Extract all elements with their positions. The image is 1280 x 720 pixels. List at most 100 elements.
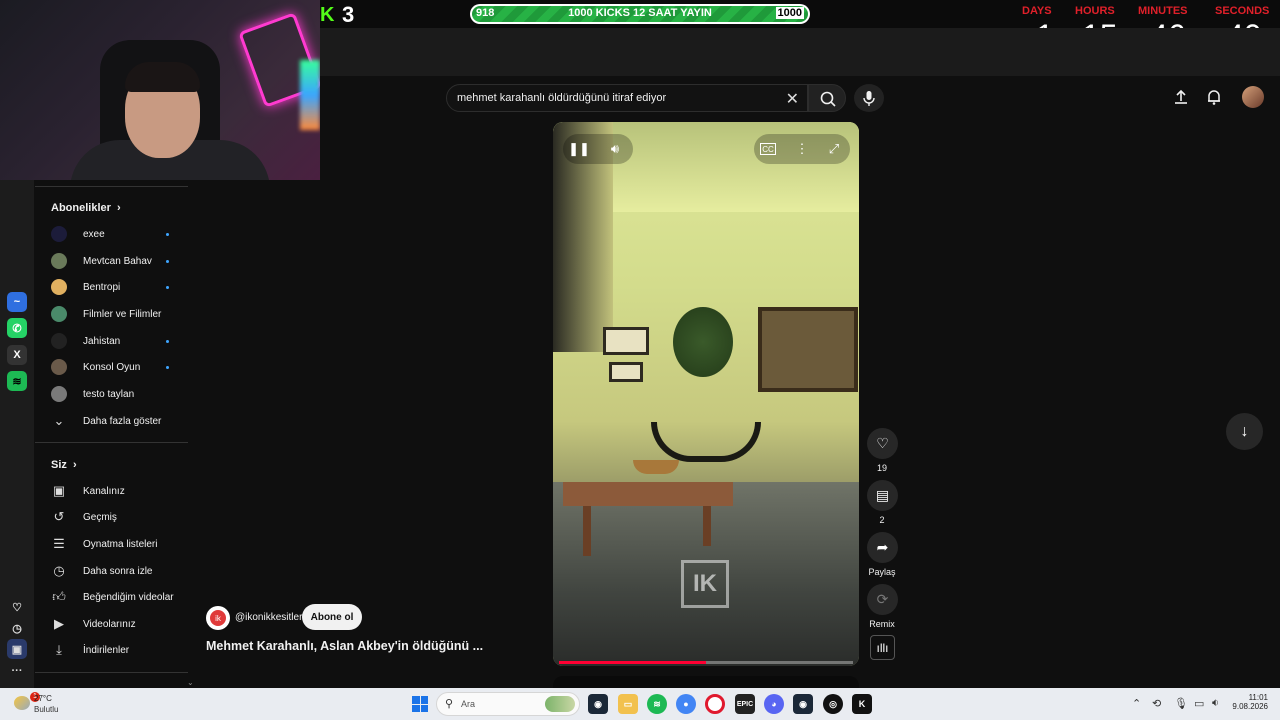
search-input[interactable]: mehmet karahanlı öldürdüğünü itiraf ediy… bbox=[446, 84, 808, 112]
remix-button[interactable]: ⟳ bbox=[867, 584, 898, 615]
search-highlight-image bbox=[545, 696, 575, 712]
sidebar-item-label: Oynatma listeleri bbox=[83, 538, 158, 550]
search-button[interactable] bbox=[808, 84, 846, 112]
captions-icon[interactable]: CC bbox=[760, 143, 776, 155]
clock-icon: ◷ bbox=[53, 563, 65, 578]
opera-icon[interactable] bbox=[705, 694, 725, 714]
channel-avatar bbox=[51, 226, 67, 242]
download-icon: ⤓ bbox=[56, 642, 62, 657]
pause-icon[interactable]: ❚❚ bbox=[568, 139, 590, 159]
you-title: Siz bbox=[51, 459, 67, 471]
start-button[interactable] bbox=[412, 696, 428, 712]
sound-wave-icon[interactable]: ıllı bbox=[870, 635, 895, 660]
you-header[interactable]: Siz › bbox=[51, 459, 77, 471]
file-explorer-icon[interactable]: ▭ bbox=[618, 694, 638, 714]
new-content-dot bbox=[166, 339, 169, 343]
sidebar-item-label: Bentropi bbox=[83, 281, 121, 293]
more-icon[interactable]: ··· bbox=[7, 661, 27, 681]
next-short-button[interactable]: ↓ bbox=[1226, 413, 1263, 450]
close-icon[interactable]: ✕ bbox=[786, 89, 799, 109]
gift-icon[interactable]: ▣ bbox=[7, 639, 27, 659]
show-more-button[interactable]: ⌄ Daha fazla göster bbox=[51, 410, 191, 432]
sync-icon[interactable]: ⟲ bbox=[1152, 697, 1161, 710]
upload-icon[interactable] bbox=[1172, 88, 1190, 111]
short-video-player[interactable]: IK bbox=[553, 122, 859, 666]
clock[interactable]: 11:01 9.08.2026 bbox=[1232, 693, 1268, 711]
sidebar-item-label: testo taylan bbox=[83, 388, 135, 400]
whatsapp-icon[interactable]: ✆ bbox=[7, 318, 27, 338]
like-button[interactable]: ♡ bbox=[867, 428, 898, 459]
taskbar-search[interactable]: ⚲ Ara bbox=[436, 692, 580, 716]
chrome-icon[interactable]: ● bbox=[676, 694, 696, 714]
sidebar-item-bentropi[interactable]: Bentropi bbox=[51, 276, 191, 298]
sidebar-item-label: Daha sonra izle bbox=[83, 565, 153, 577]
thumb-up-icon: 👍︎ bbox=[52, 589, 66, 604]
sidebar-item-playlists[interactable]: ☰ Oynatma listeleri bbox=[51, 533, 191, 555]
history-icon[interactable]: ◷ bbox=[7, 618, 27, 638]
share-icon: ➦ bbox=[876, 539, 889, 555]
display-icon[interactable]: ▭ bbox=[1194, 697, 1204, 710]
sidebar-item-your-videos[interactable]: ▶ Videolarınız bbox=[51, 613, 191, 635]
account-avatar[interactable] bbox=[1242, 86, 1264, 108]
video-progress-played bbox=[559, 661, 706, 664]
sidebar-item-downloads[interactable]: ⤓ İndirilenler bbox=[51, 639, 191, 661]
sidebar-item-label: Mevtcan Bahav bbox=[83, 255, 152, 267]
remix-icon: ⟳ bbox=[876, 591, 889, 607]
sidebar-item-label: Beğendiğim videolar bbox=[83, 591, 174, 603]
comments-button[interactable]: ▤ bbox=[867, 480, 898, 511]
seconds-label: SECONDS bbox=[1215, 5, 1270, 17]
arrow-down-icon: ↓ bbox=[1240, 422, 1249, 440]
epic-games-icon[interactable]: EPIC bbox=[735, 694, 755, 714]
steam-icon[interactable]: ◉ bbox=[793, 694, 813, 714]
channel-avatar bbox=[51, 359, 67, 375]
kick-count: 3 bbox=[342, 2, 355, 27]
subscriptions-title: Abonelikler bbox=[51, 202, 111, 214]
channel-avatar bbox=[51, 386, 67, 402]
channel-avatar[interactable]: ik bbox=[206, 606, 230, 630]
voice-search-button[interactable] bbox=[854, 84, 884, 112]
discord-icon[interactable]: ◕ bbox=[764, 694, 784, 714]
sidebar-item-liked-videos[interactable]: 👍︎ Beğendiğim videolar bbox=[51, 586, 191, 608]
player-options: CC ⋮ ⤢ bbox=[754, 134, 850, 164]
volume-icon[interactable]: 🔊︎ bbox=[605, 139, 625, 159]
volume-icon[interactable]: 🔉︎ bbox=[1212, 697, 1219, 710]
share-button[interactable]: ➦ bbox=[867, 532, 898, 563]
channel-name[interactable]: @ikonikkesitler bbox=[235, 612, 302, 623]
heart-icon[interactable]: ♡ bbox=[7, 597, 27, 617]
subscribe-button[interactable]: Abone ol bbox=[302, 604, 362, 630]
notifications-icon[interactable] bbox=[1205, 88, 1223, 111]
sidebar-item-history[interactable]: ↺ Geçmiş bbox=[51, 506, 191, 528]
microphone-icon[interactable]: 🎙︎ bbox=[1174, 697, 1188, 710]
channel-avatar bbox=[51, 253, 67, 269]
steam-icon[interactable]: ◉ bbox=[588, 694, 608, 714]
sidebar-item-label: İndirilenler bbox=[83, 644, 130, 656]
sidebar-item-watch-later[interactable]: ◷ Daha sonra izle bbox=[51, 560, 191, 582]
subscriptions-header[interactable]: Abonelikler › bbox=[51, 202, 121, 214]
short-title[interactable]: Mehmet Karahanlı, Aslan Akbey'in öldüğün… bbox=[206, 639, 483, 653]
fullscreen-icon[interactable]: ⤢ bbox=[824, 139, 844, 159]
sidebar-item-label: Geçmiş bbox=[83, 511, 117, 523]
kick-app-icon[interactable]: K bbox=[852, 694, 872, 714]
sidebar-item-exee[interactable]: exee bbox=[51, 223, 191, 245]
heart-icon: ♡ bbox=[876, 435, 889, 451]
spotify-icon[interactable]: ≋ bbox=[647, 694, 667, 714]
chevron-up-icon[interactable]: ⌃ bbox=[1132, 697, 1141, 710]
video-progress-bar[interactable] bbox=[559, 661, 853, 664]
sidebar-item-channel[interactable]: ▣ Kanalınız bbox=[51, 480, 191, 502]
sidebar-item-konsol-oyun[interactable]: Konsol Oyun bbox=[51, 356, 191, 378]
sidebar-scroll-indicator[interactable]: ⌄ bbox=[187, 678, 194, 687]
sidebar-item-jahistan[interactable]: Jahistan bbox=[51, 330, 191, 352]
hours-label: HOURS bbox=[1075, 5, 1115, 17]
messenger-icon[interactable]: ~ bbox=[7, 292, 27, 312]
sidebar-item-filmler-ve-filimler[interactable]: Filmler ve Filimler bbox=[51, 303, 191, 325]
goal-title: 1000 KICKS 12 SAAT YAYIN bbox=[568, 7, 712, 19]
obs-icon[interactable]: ◎ bbox=[823, 694, 843, 714]
sidebar-item-mevtcan-bahav[interactable]: Mevtcan Bahav bbox=[51, 250, 191, 272]
sidebar-item-testo-taylan[interactable]: testo taylan bbox=[51, 383, 191, 405]
date: 9.08.2026 bbox=[1232, 702, 1268, 711]
kick-logo: K bbox=[320, 4, 335, 26]
weather-widget[interactable]: 1 27°C Bulutlu bbox=[10, 692, 90, 716]
more-vert-icon[interactable]: ⋮ bbox=[792, 139, 812, 159]
spotify-icon[interactable]: ≋ bbox=[7, 371, 27, 391]
x-icon[interactable]: X bbox=[7, 345, 27, 365]
